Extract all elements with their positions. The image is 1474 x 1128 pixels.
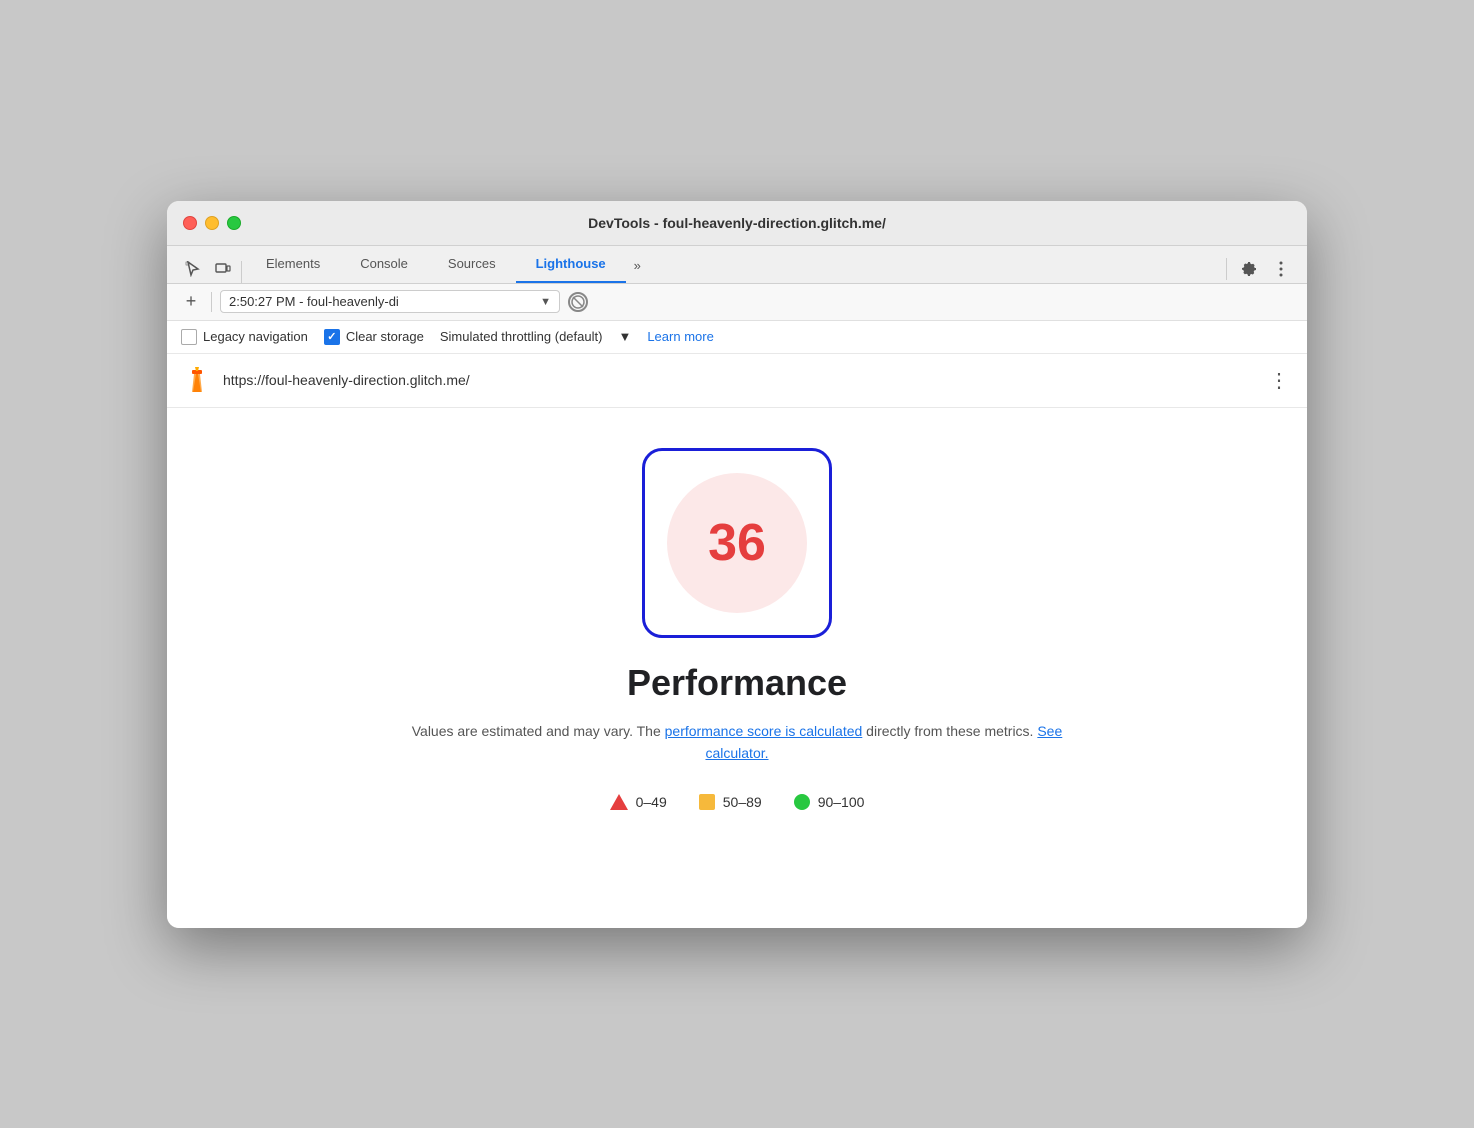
tab-lighthouse[interactable]: Lighthouse — [516, 246, 626, 283]
url-text: 2:50:27 PM - foul-heavenly-di — [229, 294, 534, 309]
url-bar-divider — [211, 292, 212, 312]
site-url-text: https://foul-heavenly-direction.glitch.m… — [223, 372, 1255, 388]
toolbar-divider — [241, 261, 242, 283]
score-number: 36 — [708, 517, 766, 569]
more-options-icon[interactable] — [1267, 255, 1295, 283]
device-toggle-icon[interactable] — [209, 255, 237, 283]
score-gauge-box: 36 — [642, 448, 832, 638]
clear-storage-label: Clear storage — [346, 329, 424, 344]
desc-part2: directly from these metrics. — [862, 723, 1037, 739]
legend-label-bad: 0–49 — [636, 794, 667, 810]
tabs-right-icons — [1222, 255, 1295, 283]
add-tab-button[interactable]: + — [179, 290, 203, 314]
tab-console[interactable]: Console — [340, 246, 428, 283]
close-button[interactable] — [183, 216, 197, 230]
settings-icon[interactable] — [1235, 255, 1263, 283]
clear-storage-checkbox[interactable]: Clear storage — [324, 329, 424, 345]
throttling-label: Simulated throttling (default) — [440, 329, 603, 344]
tabs-right-divider — [1226, 258, 1227, 280]
legend-item-good: 90–100 — [794, 794, 865, 810]
performance-description: Values are estimated and may vary. The p… — [397, 720, 1077, 765]
tab-elements[interactable]: Elements — [246, 246, 340, 283]
perf-score-link[interactable]: performance score is calculated — [665, 723, 863, 739]
legend-item-average: 50–89 — [699, 794, 762, 810]
legend-icon-red — [610, 794, 628, 810]
throttling-dropdown-arrow: ▼ — [618, 329, 631, 344]
site-more-options-icon[interactable]: ⋮ — [1265, 364, 1293, 397]
legend-label-average: 50–89 — [723, 794, 762, 810]
legacy-navigation-label: Legacy navigation — [203, 329, 308, 344]
legacy-navigation-checkbox[interactable]: Legacy navigation — [181, 329, 308, 345]
cursor-icon[interactable] — [179, 255, 207, 283]
legend-label-good: 90–100 — [818, 794, 865, 810]
throttling-dropdown[interactable]: ▼ — [618, 329, 631, 344]
score-legend: 0–49 50–89 90–100 — [610, 794, 865, 810]
maximize-button[interactable] — [227, 216, 241, 230]
lighthouse-logo-icon — [181, 364, 213, 396]
main-content: 36 Performance Values are estimated and … — [167, 408, 1307, 928]
legacy-navigation-checkbox-box[interactable] — [181, 329, 197, 345]
tab-sources[interactable]: Sources — [428, 246, 516, 283]
clear-storage-checkbox-box[interactable] — [324, 329, 340, 345]
title-bar: DevTools - foul-heavenly-direction.glitc… — [167, 201, 1307, 246]
url-bar: + 2:50:27 PM - foul-heavenly-di ▼ — [167, 284, 1307, 321]
learn-more-link[interactable]: Learn more — [647, 329, 713, 344]
block-requests-icon[interactable] — [568, 292, 588, 312]
site-row: https://foul-heavenly-direction.glitch.m… — [167, 354, 1307, 408]
url-input[interactable]: 2:50:27 PM - foul-heavenly-di ▼ — [220, 290, 560, 313]
legend-icon-green — [794, 794, 810, 810]
score-circle: 36 — [667, 473, 807, 613]
legend-icon-orange — [699, 794, 715, 810]
minimize-button[interactable] — [205, 216, 219, 230]
desc-part1: Values are estimated and may vary. The — [412, 723, 665, 739]
url-dropdown-icon[interactable]: ▼ — [540, 296, 551, 308]
legend-item-bad: 0–49 — [610, 794, 667, 810]
tab-more-button[interactable]: » — [626, 248, 649, 283]
score-gauge-wrap: 36 — [642, 448, 832, 638]
performance-title: Performance — [627, 662, 847, 704]
traffic-lights — [183, 216, 241, 230]
options-bar: Legacy navigation Clear storage Simulate… — [167, 321, 1307, 354]
devtools-window: DevTools - foul-heavenly-direction.glitc… — [167, 201, 1307, 928]
tabs-bar: Elements Console Sources Lighthouse » — [167, 246, 1307, 284]
window-title: DevTools - foul-heavenly-direction.glitc… — [588, 215, 886, 231]
